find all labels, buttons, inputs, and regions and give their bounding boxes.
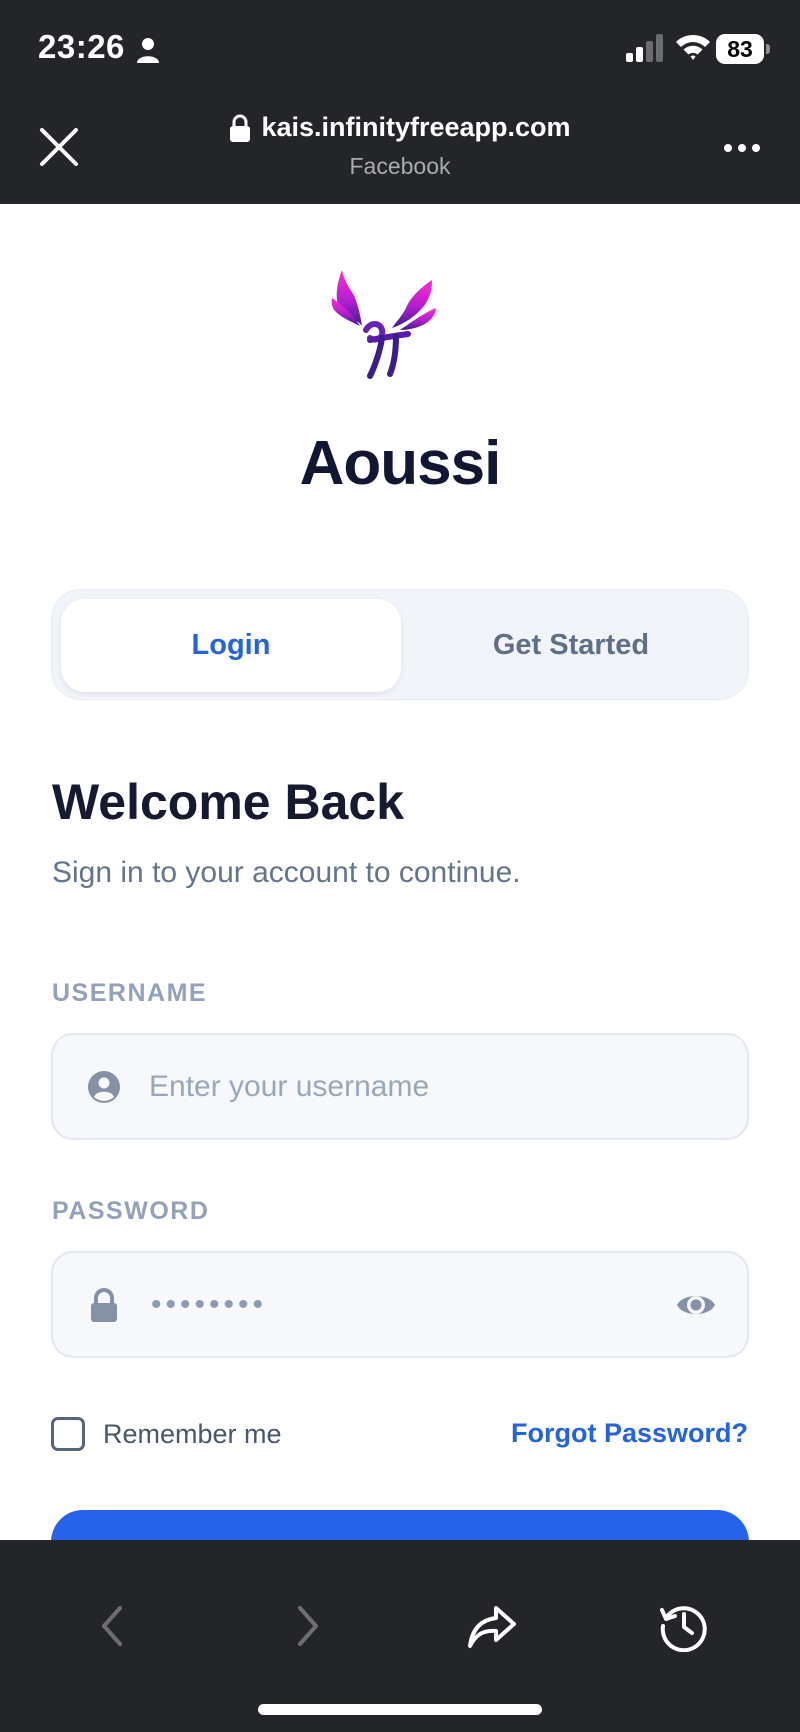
status-time: 23:26	[38, 28, 125, 65]
share-icon[interactable]	[466, 1600, 518, 1652]
more-icon[interactable]	[722, 140, 762, 156]
home-indicator	[258, 1704, 542, 1715]
site-name: Facebook	[349, 152, 451, 179]
page-title: Welcome Back	[52, 774, 405, 830]
wifi-icon	[676, 34, 710, 60]
browser-toolbar	[0, 1540, 800, 1732]
auth-tabs: Login Get Started	[51, 589, 749, 700]
signal-icon	[626, 34, 663, 62]
username-field[interactable]	[51, 1033, 749, 1140]
password-field[interactable]: ••••••••	[51, 1251, 749, 1358]
username-label: USERNAME	[52, 979, 208, 1007]
username-input[interactable]	[149, 1035, 669, 1138]
forgot-password-link[interactable]: Forgot Password?	[511, 1418, 748, 1449]
brand-name: Aoussi	[299, 429, 502, 498]
history-icon[interactable]	[658, 1600, 710, 1652]
page-subtitle: Sign in to your account to continue.	[52, 856, 521, 889]
page-url: kais.infinityfreeapp.com	[261, 112, 571, 142]
remember-checkbox[interactable]	[51, 1417, 85, 1451]
tab-get-started[interactable]: Get Started	[401, 599, 741, 692]
remember-me[interactable]: Remember me	[51, 1417, 282, 1451]
brand-logo	[331, 270, 436, 379]
remember-label: Remember me	[103, 1418, 282, 1449]
back-arrow-icon[interactable]	[88, 1600, 140, 1652]
browser-header: 23:26 83 kais.infinityfreeapp.com Facebo…	[0, 0, 800, 204]
tab-login[interactable]: Login	[61, 599, 401, 692]
password-input[interactable]: ••••••••	[151, 1253, 267, 1356]
eye-icon[interactable]	[675, 1285, 717, 1325]
forward-arrow-icon[interactable]	[280, 1600, 332, 1652]
padlock-icon	[91, 1288, 117, 1322]
address-bar[interactable]: kais.infinityfreeapp.com Facebook	[0, 112, 800, 180]
lock-icon	[230, 114, 251, 142]
battery-indicator: 83	[716, 34, 770, 64]
battery-level: 83	[716, 34, 764, 64]
password-label: PASSWORD	[52, 1197, 210, 1225]
user-circle-icon	[88, 1071, 120, 1103]
person-icon	[137, 38, 159, 63]
battery-tip	[766, 44, 770, 54]
